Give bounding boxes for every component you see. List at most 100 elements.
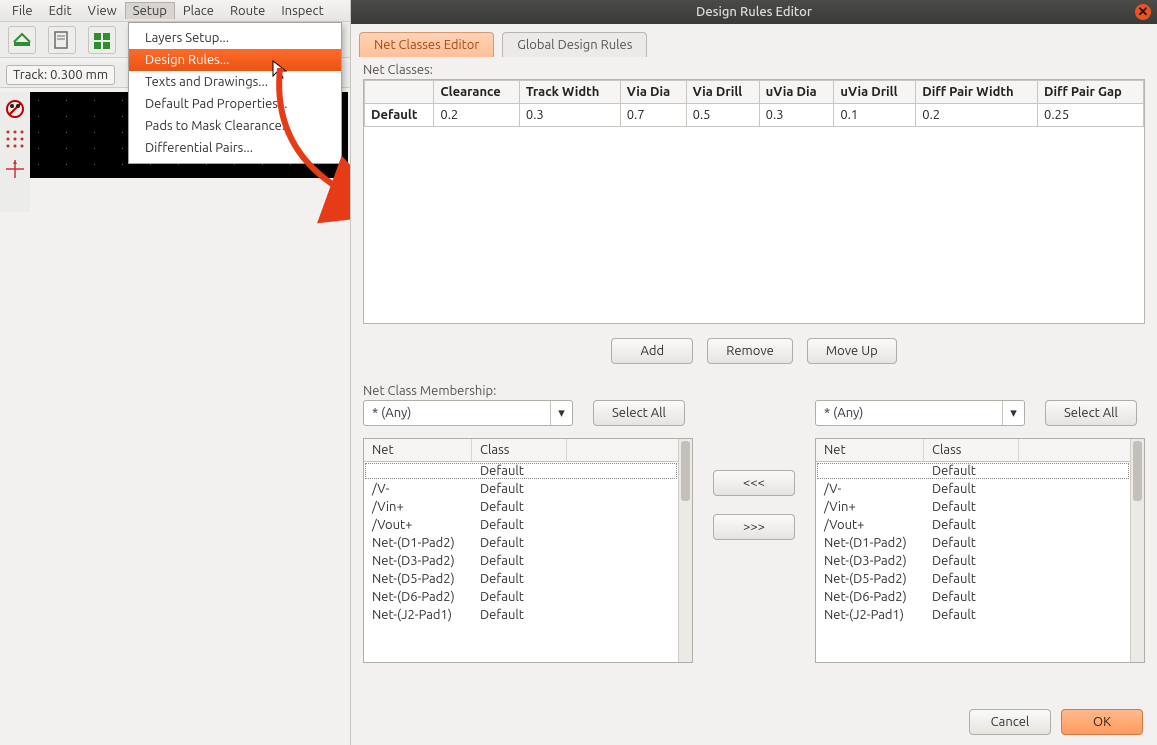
membership-left-column: * (Any) ▾ Select All Net Class Default/V…: [363, 400, 693, 663]
col-uvia-drill: uVia Drill: [834, 81, 916, 104]
left-class-filter-combo[interactable]: * (Any) ▾: [363, 400, 573, 426]
header-class: Class: [924, 439, 1019, 461]
net-cell: /V-: [816, 480, 924, 498]
col-via-dia: Via Dia: [620, 81, 686, 104]
list-item[interactable]: Net-(D5-Pad2)Default: [364, 570, 678, 588]
cell-via-drill[interactable]: 0.5: [686, 104, 759, 127]
list-item[interactable]: Net-(D6-Pad2)Default: [816, 588, 1130, 606]
membership-right-column: * (Any) ▾ Select All Net Class Default/V…: [815, 400, 1145, 663]
ok-button[interactable]: OK: [1061, 709, 1143, 735]
menu-place[interactable]: Place: [175, 2, 222, 20]
list-item[interactable]: Net-(D5-Pad2)Default: [816, 570, 1130, 588]
left-net-list[interactable]: Net Class Default/V-Default/Vin+Default/…: [363, 438, 693, 663]
menu-differential-pairs[interactable]: Differential Pairs...: [129, 137, 341, 159]
net-cell: Net-(D3-Pad2): [816, 552, 924, 570]
net-cell: Net-(J2-Pad1): [816, 606, 924, 624]
cell-diff-pair-width[interactable]: 0.2: [916, 104, 1038, 127]
table-header-row: Clearance Track Width Via Dia Via Drill …: [365, 81, 1144, 104]
combo-value: * (Any): [364, 406, 550, 420]
cell-uvia-drill[interactable]: 0.1: [834, 104, 916, 127]
col-empty: [365, 81, 434, 104]
menu-setup[interactable]: Setup: [125, 2, 175, 19]
move-right-button[interactable]: >>>: [713, 514, 795, 540]
track-width-indicator[interactable]: Track: 0.300 mm: [6, 65, 115, 85]
list-item[interactable]: Net-(J2-Pad1)Default: [816, 606, 1130, 624]
class-cell: Default: [472, 498, 567, 516]
chevron-down-icon: ▾: [1002, 401, 1024, 425]
polar-coord-icon[interactable]: [4, 158, 26, 180]
tab-global-design-rules[interactable]: Global Design Rules: [502, 32, 647, 57]
list-item[interactable]: Net-(D1-Pad2)Default: [364, 534, 678, 552]
board-setup-icon[interactable]: [88, 26, 116, 54]
grid-icon[interactable]: [4, 128, 26, 150]
list-item[interactable]: Net-(D3-Pad2)Default: [364, 552, 678, 570]
cell-uvia-dia[interactable]: 0.3: [759, 104, 834, 127]
tab-net-classes-editor[interactable]: Net Classes Editor: [359, 32, 494, 57]
list-item[interactable]: Net-(J2-Pad1)Default: [364, 606, 678, 624]
cancel-button[interactable]: Cancel: [969, 709, 1051, 735]
membership-area: * (Any) ▾ Select All Net Class Default/V…: [351, 400, 1157, 673]
class-cell: Default: [924, 498, 1019, 516]
list-item[interactable]: /Vout+Default: [364, 516, 678, 534]
class-cell: Default: [924, 462, 1019, 480]
dialog-tabs: Net Classes Editor Global Design Rules: [351, 24, 1157, 57]
scrollbar-thumb[interactable]: [681, 441, 690, 501]
close-icon: ✕: [1138, 5, 1149, 20]
table-row[interactable]: Default 0.2 0.3 0.7 0.5 0.3 0.1 0.2 0.25: [365, 104, 1144, 127]
left-select-all-button[interactable]: Select All: [593, 400, 685, 426]
list-item[interactable]: /Vin+Default: [816, 498, 1130, 516]
col-diff-pair-gap: Diff Pair Gap: [1037, 81, 1143, 104]
move-left-button[interactable]: <<<: [713, 470, 795, 496]
menu-layers-setup[interactable]: Layers Setup...: [129, 27, 341, 49]
net-classes-table[interactable]: Clearance Track Width Via Dia Via Drill …: [363, 79, 1145, 324]
rule-row-name[interactable]: Default: [365, 104, 434, 127]
list-item[interactable]: Net-(D3-Pad2)Default: [816, 552, 1130, 570]
menu-design-rules[interactable]: Design Rules...: [129, 49, 341, 71]
menu-view[interactable]: View: [80, 2, 125, 20]
col-diff-pair-width: Diff Pair Width: [916, 81, 1038, 104]
scrollbar[interactable]: [1130, 439, 1144, 662]
list-item[interactable]: /Vout+Default: [816, 516, 1130, 534]
design-rules-dialog: Design Rules Editor ✕ Net Classes Editor…: [350, 0, 1157, 745]
net-cell: [364, 462, 472, 480]
list-item[interactable]: Default: [816, 462, 1130, 480]
menu-route[interactable]: Route: [222, 2, 273, 20]
class-cell: Default: [472, 480, 567, 498]
menu-pads-mask-clearance[interactable]: Pads to Mask Clearance...: [129, 115, 341, 137]
list-item[interactable]: Net-(D1-Pad2)Default: [816, 534, 1130, 552]
class-cell: Default: [924, 516, 1019, 534]
cell-clearance[interactable]: 0.2: [434, 104, 520, 127]
list-item[interactable]: /V-Default: [816, 480, 1130, 498]
move-up-button[interactable]: Move Up: [807, 338, 897, 364]
menu-default-pad-props[interactable]: Default Pad Properties...: [129, 93, 341, 115]
menu-inspect[interactable]: Inspect: [273, 2, 331, 20]
net-cell: /Vout+: [816, 516, 924, 534]
scrollbar-thumb[interactable]: [1133, 441, 1142, 501]
header-net: Net: [364, 439, 472, 461]
page-settings-icon[interactable]: [48, 26, 76, 54]
list-item[interactable]: Default: [364, 462, 678, 480]
right-net-list[interactable]: Net Class Default/V-Default/Vin+Default/…: [815, 438, 1145, 663]
class-cell: Default: [472, 534, 567, 552]
right-select-all-button[interactable]: Select All: [1045, 400, 1137, 426]
menu-texts-drawings[interactable]: Texts and Drawings...: [129, 71, 341, 93]
close-button[interactable]: ✕: [1135, 4, 1151, 20]
col-clearance: Clearance: [434, 81, 520, 104]
cell-diff-pair-gap[interactable]: 0.25: [1037, 104, 1143, 127]
add-button[interactable]: Add: [611, 338, 693, 364]
list-header: Net Class: [364, 439, 678, 462]
menu-file[interactable]: File: [4, 2, 41, 20]
remove-button[interactable]: Remove: [707, 338, 793, 364]
class-cell: Default: [924, 552, 1019, 570]
save-icon[interactable]: [8, 26, 36, 54]
menu-edit[interactable]: Edit: [41, 2, 80, 20]
right-class-filter-combo[interactable]: * (Any) ▾: [815, 400, 1025, 426]
scrollbar[interactable]: [678, 439, 692, 662]
cell-track-width[interactable]: 0.3: [519, 104, 620, 127]
drc-icon[interactable]: [4, 98, 26, 120]
list-item[interactable]: /Vin+Default: [364, 498, 678, 516]
net-cell: Net-(D6-Pad2): [364, 588, 472, 606]
cell-via-dia[interactable]: 0.7: [620, 104, 686, 127]
list-item[interactable]: /V-Default: [364, 480, 678, 498]
list-item[interactable]: Net-(D6-Pad2)Default: [364, 588, 678, 606]
